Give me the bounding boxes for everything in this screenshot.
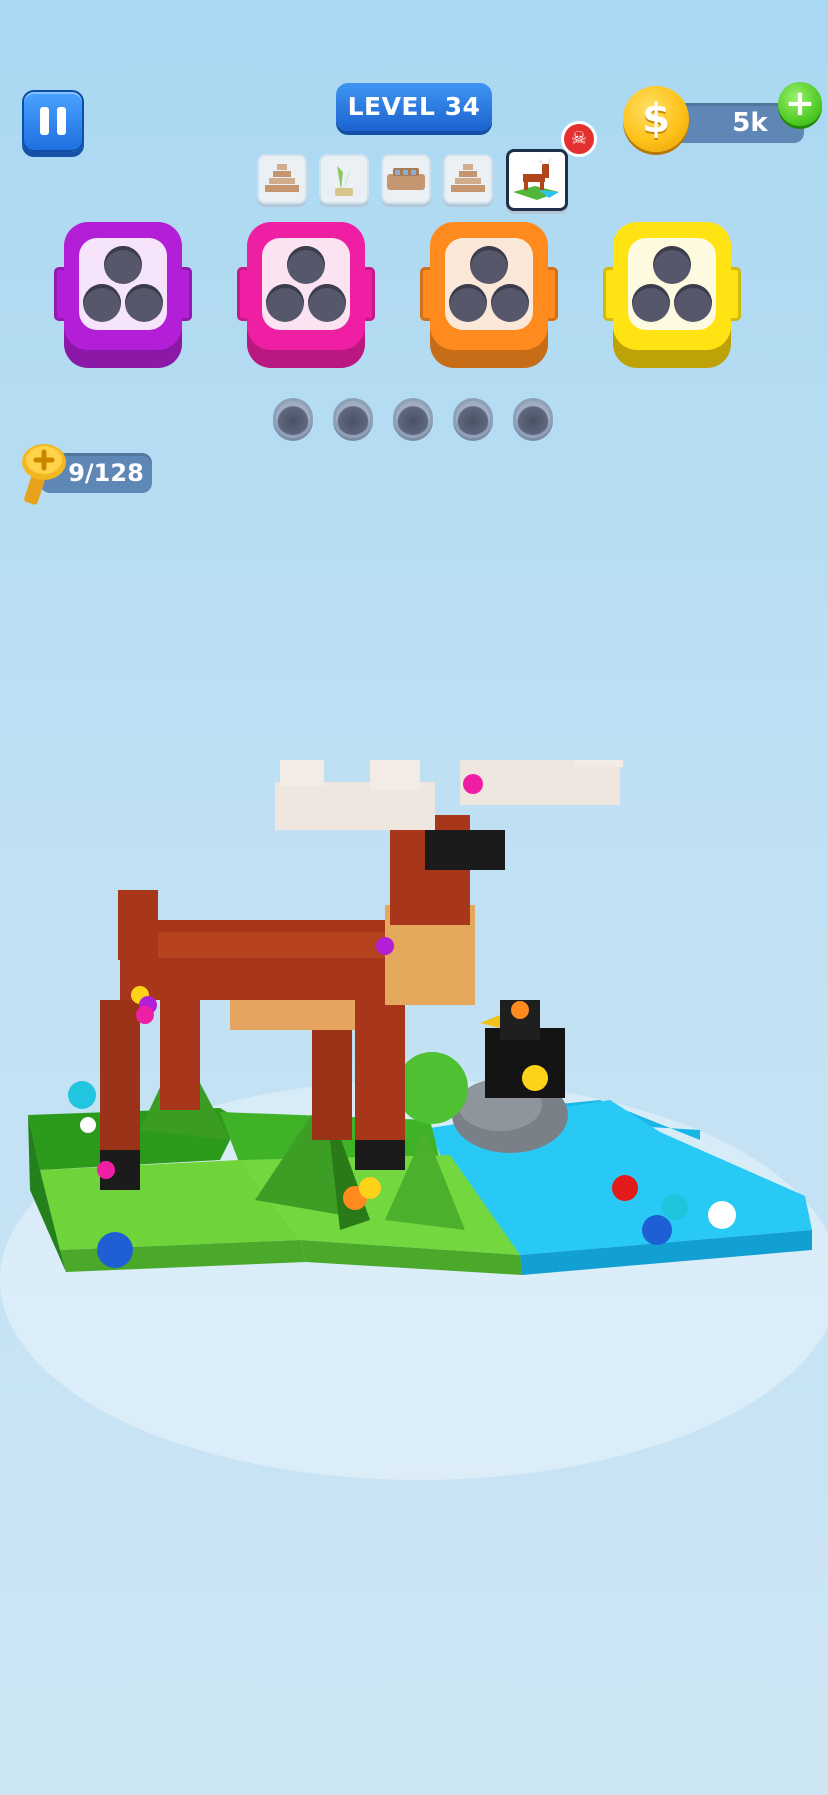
empty-slot[interactable] (513, 398, 553, 438)
screw-red[interactable] (612, 1175, 638, 1201)
screw-yellow[interactable] (522, 1065, 548, 1091)
screw-cyan[interactable] (68, 1081, 96, 1109)
screw-pink[interactable] (136, 1006, 154, 1024)
deer-icon (513, 157, 559, 200)
screw-hole (125, 284, 163, 322)
screw-hole (674, 284, 712, 322)
screw-hole (491, 284, 529, 322)
screw-hole (266, 284, 304, 322)
deer-tail (118, 890, 158, 960)
screw-hole (632, 284, 670, 322)
skull-icon: ☠ (561, 121, 597, 157)
bucket-face (628, 238, 716, 330)
puzzle-scene[interactable] (0, 760, 828, 1520)
pause-icon-bar (57, 107, 66, 135)
screw-yellow[interactable] (359, 1177, 381, 1199)
add-coins-button[interactable]: + (778, 82, 822, 126)
toolbox-thumbnail (381, 154, 431, 204)
coin-icon: $ (623, 86, 689, 152)
bird-beak (480, 1015, 500, 1028)
screw-hole (653, 246, 691, 284)
antler (370, 760, 420, 790)
empty-slot[interactable] (453, 398, 493, 438)
pyramid-icon (265, 164, 299, 192)
plant-thumbnail (319, 154, 369, 204)
deer-nose (425, 830, 505, 870)
empty-slot[interactable] (273, 398, 313, 438)
pause-button[interactable] (22, 90, 84, 152)
screw-hole (83, 284, 121, 322)
bush (396, 1052, 468, 1124)
antler (575, 760, 623, 767)
screw-hole (470, 246, 508, 284)
deer-hoof (355, 1140, 405, 1170)
deer-scene-thumbnail (506, 149, 568, 211)
deer-leg (100, 1000, 140, 1150)
screw-pink[interactable] (463, 774, 483, 794)
screw-counter: 9/128 (68, 459, 144, 487)
bucket-yellow[interactable] (603, 222, 741, 372)
toolbox-icon (387, 168, 425, 190)
level-title: LEVEL 34 (336, 83, 492, 131)
screw-blue[interactable] (97, 1232, 133, 1268)
screw-pink[interactable] (97, 1161, 115, 1179)
deer-leg (355, 1000, 405, 1140)
screw-white[interactable] (708, 1201, 736, 1229)
plant-icon (335, 166, 353, 196)
empty-slot[interactable] (393, 398, 433, 438)
screw-orange[interactable] (511, 1001, 529, 1019)
screw-hole (287, 246, 325, 284)
bucket-face (445, 238, 533, 330)
pyramid-icon (451, 164, 485, 192)
screw-cyan[interactable] (662, 1194, 688, 1220)
screw-hole (308, 284, 346, 322)
screw-white[interactable] (80, 1117, 96, 1133)
bucket-face (79, 238, 167, 330)
pyramid-thumbnail (257, 154, 307, 204)
screw-icon (22, 444, 66, 505)
screw-blue[interactable] (642, 1215, 672, 1245)
bucket-pink[interactable] (237, 222, 375, 372)
deer-leg (160, 990, 200, 1110)
screw-purple[interactable] (376, 937, 394, 955)
screw-hole (449, 284, 487, 322)
pyramid-thumbnail-2 (443, 154, 493, 204)
bucket-purple[interactable] (54, 222, 192, 372)
bucket-orange[interactable] (420, 222, 558, 372)
pause-icon (40, 107, 49, 135)
antler (280, 760, 324, 786)
empty-slot[interactable] (333, 398, 373, 438)
deer-leg (312, 1030, 352, 1140)
screw-hole (104, 246, 142, 284)
bucket-face (262, 238, 350, 330)
